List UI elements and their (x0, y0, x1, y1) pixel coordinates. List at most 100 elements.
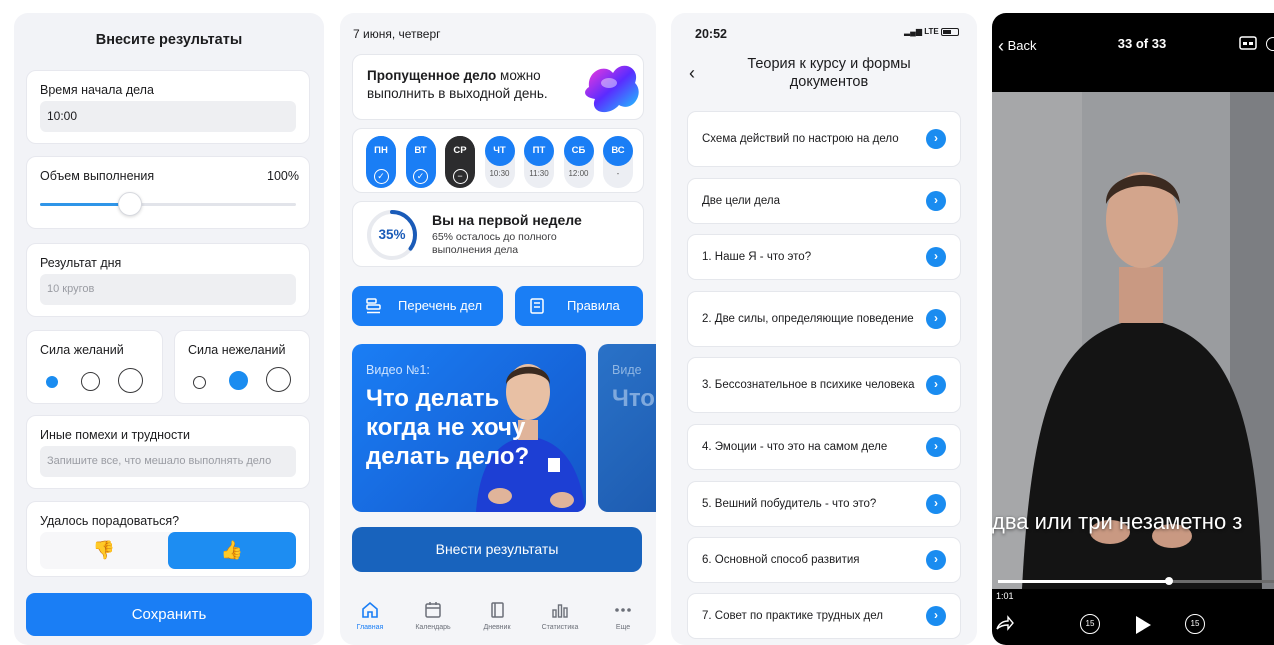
video2-number: Виде (612, 363, 642, 377)
week-strip: ПН ✓ ВТ ✓ СР − ЧТ 10:30 ПТ 11:30 СБ 12:00 ВС - (352, 128, 644, 193)
thumbs-down-button[interactable]: 👎 (40, 532, 168, 569)
play-icon[interactable] (1134, 615, 1152, 635)
day-label: СР (445, 136, 475, 166)
day-time: 11:30 (529, 169, 549, 178)
chevron-right-icon: › (926, 437, 946, 457)
video-title: Что делать когда не хочу делать дело? (366, 385, 530, 470)
tab-more-label: Еще (615, 624, 631, 631)
back-chevron-icon[interactable]: ‹ (689, 63, 695, 84)
progress-card[interactable]: 35% Вы на первой неделе 65% осталось до … (352, 201, 644, 267)
abstract-3d-illustration (585, 65, 639, 113)
doc-list-item[interactable]: 7. Совет по практике трудных дел › (687, 593, 961, 639)
day-item[interactable]: ПТ 11:30 (524, 136, 554, 188)
theory-docs-screen: 20:52 ▂▄▆ LTE ‹ Теория к курсу и формы д… (671, 13, 977, 645)
day-label: ВС (603, 136, 633, 166)
skip-forward-label: 15 (1190, 619, 1200, 628)
video-player-screen: ‹ Back 33 of 33 два или три незаметно з … (992, 13, 1274, 645)
doc-list-item[interactable]: 2. Две силы, определяющие поведение › (687, 291, 961, 347)
doc-list-item[interactable]: 4. Эмоции - что это на самом деле › (687, 424, 961, 470)
current-date: 7 июня, четверг (353, 27, 441, 41)
docs-title: Теория к курсу и формы документов (747, 56, 911, 90)
doc-list-item[interactable]: 1. Наше Я - что это? › (687, 234, 961, 280)
task-list-label: Перечень дел (398, 298, 483, 313)
undesire-option-small[interactable] (193, 376, 206, 389)
doc-list-item[interactable]: 6. Основной способ развития › (687, 537, 961, 583)
volume-slider[interactable] (40, 192, 296, 216)
volume-label: Объем выполнения (40, 169, 155, 183)
desire-option-large[interactable] (118, 368, 143, 393)
video-subtitle: два или три незаметно з (992, 509, 1243, 534)
chevron-right-icon: › (926, 191, 946, 211)
doc-item-label: Схема действий по настрою на дело (702, 133, 899, 145)
doc-list-item[interactable]: Схема действий по настрою на дело › (687, 111, 961, 167)
tab-stats[interactable]: Статистика (530, 600, 590, 631)
day-label: ЧТ (484, 136, 515, 166)
day-result-field[interactable]: 10 кругов (40, 274, 296, 305)
day-item[interactable]: ВС - (603, 136, 633, 188)
thumbs-up-button[interactable]: 👍 (168, 532, 296, 569)
chevron-right-icon: › (926, 309, 946, 329)
desire-option-medium[interactable] (81, 372, 100, 391)
undesire-option-large[interactable] (266, 367, 291, 392)
subtitles-icon[interactable] (1239, 35, 1259, 51)
video-card-2[interactable]: Виде Что ког дел (598, 344, 656, 512)
skip-back-icon[interactable]: 15 (1080, 614, 1100, 634)
tab-calendar[interactable]: Календарь (403, 600, 463, 631)
progress-title: Вы на первой неделе (432, 212, 582, 228)
doc-item-label: Две цели дела (702, 195, 780, 207)
tab-home-label: Главная (356, 624, 384, 631)
minus-icon: − (452, 169, 468, 184)
missed-task-banner[interactable]: Пропущенное дело можно выполнить в выход… (352, 54, 644, 120)
share-icon[interactable] (994, 614, 1014, 634)
tab-more[interactable]: Еще (593, 600, 653, 631)
doc-list-item[interactable]: 5. Вешний побудитель - что это? › (687, 481, 961, 527)
save-button[interactable]: Сохранить (26, 593, 312, 636)
form-title: Внесите результаты (95, 32, 243, 48)
task-list-button[interactable]: Перечень дел (352, 286, 503, 326)
progress-subtitle: 65% осталось до полного выполнения дела (432, 231, 557, 256)
start-time-label: Время начала дела (40, 83, 154, 97)
day-time: 12:00 (568, 169, 589, 178)
tab-home[interactable]: Главная (340, 600, 400, 631)
list-icon (366, 298, 381, 314)
document-icon (530, 298, 544, 314)
enter-results-button[interactable]: Внести результаты (352, 527, 642, 572)
video-card-1[interactable]: Видео №1: Что делать когда не хочу делат… (352, 344, 586, 512)
doc-item-label: 5. Вешний побудитель - что это? (702, 498, 877, 510)
volume-slider-fill (40, 203, 131, 206)
doc-list-item[interactable]: 3. Бессознательное в психике человека › (687, 357, 961, 413)
airplay-icon[interactable] (1266, 37, 1274, 51)
day-item[interactable]: ЧТ 10:30 (484, 136, 515, 188)
start-time-field[interactable]: 10:00 (40, 101, 296, 132)
undesire-label: Сила нежеланий (188, 343, 286, 357)
doc-item-label: 7. Совет по практике трудных дел (702, 610, 883, 622)
tab-diary[interactable]: Дневник (467, 600, 527, 631)
day-item[interactable]: ВТ ✓ (405, 136, 436, 188)
scrubber-fill (998, 580, 1170, 583)
day-result-card: Результат дня 10 кругов (26, 243, 310, 317)
desire-option-small[interactable] (46, 376, 58, 388)
day-item[interactable]: СР − (445, 136, 475, 188)
doc-list-item[interactable]: Две цели дела › (687, 178, 961, 224)
more-icon (615, 608, 631, 612)
day-label: СБ (563, 136, 594, 166)
skip-forward-icon[interactable]: 15 (1185, 614, 1205, 634)
doc-item-label: 3. Бессознательное в психике человека (702, 379, 915, 391)
joy-label: Удалось порадоваться? (40, 514, 180, 528)
results-form-screen: Внесите результаты Время начала дела 10:… (14, 13, 324, 645)
rules-label: Правила (567, 298, 620, 313)
obstacles-field[interactable]: Запишите все, что мешало выполнять дело (40, 446, 296, 477)
day-item[interactable]: ПН ✓ (366, 136, 396, 188)
day-label: ПН (366, 136, 396, 166)
video-number: Видео №1: (366, 363, 430, 377)
rules-button[interactable]: Правила (515, 286, 643, 326)
day-result-label: Результат дня (40, 256, 122, 270)
tab-calendar-label: Календарь (415, 624, 451, 631)
video-counter: 33 of 33 (1117, 36, 1167, 51)
doc-item-label: 2. Две силы, определяющие поведение (702, 313, 914, 325)
undesire-option-medium[interactable] (229, 371, 248, 390)
start-time-card: Время начала дела 10:00 (26, 70, 310, 144)
video-scrubber[interactable] (998, 577, 1274, 585)
volume-slider-thumb[interactable] (118, 192, 143, 216)
day-item[interactable]: СБ 12:00 (563, 136, 594, 188)
